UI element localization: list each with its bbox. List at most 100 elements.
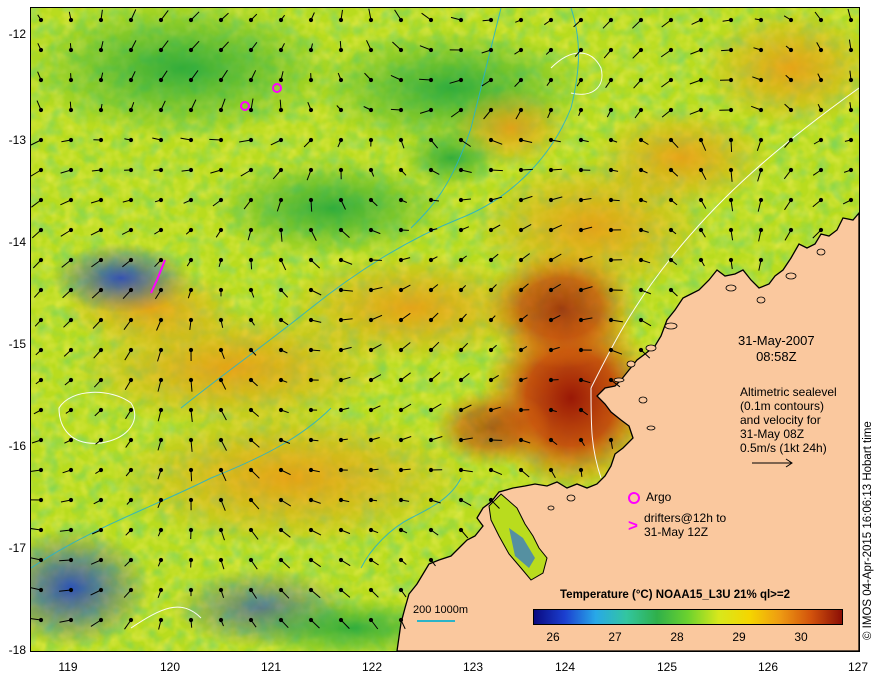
velocity-arrow-tail	[338, 617, 344, 623]
velocity-arrow-tail	[278, 527, 284, 533]
velocity-arrow-tail	[398, 317, 404, 323]
velocity-arrow-tail	[818, 167, 824, 173]
velocity-arrow-tail	[548, 17, 554, 23]
x-tick-label: 123	[462, 660, 484, 674]
velocity-arrow-tail	[788, 17, 794, 23]
velocity-arrow-tail	[158, 197, 164, 203]
velocity-arrow-tail	[818, 137, 824, 143]
velocity-arrow-tail	[818, 227, 824, 233]
velocity-arrow-tail	[158, 557, 164, 563]
velocity-arrow-tail	[218, 167, 224, 173]
velocity-arrow-tail	[698, 197, 704, 203]
velocity-arrow-tail	[38, 77, 44, 83]
velocity-arrow-tail	[728, 77, 734, 83]
velocity-arrow-tail	[368, 317, 374, 323]
velocity-arrow-tail	[278, 77, 284, 83]
date-time-block: 31-May-2007 08:58Z	[738, 333, 815, 365]
velocity-arrow-tail	[278, 407, 284, 413]
velocity-arrow-tail	[128, 377, 134, 383]
velocity-arrow-tail	[188, 227, 194, 233]
velocity-arrow-tail	[98, 137, 104, 143]
velocity-arrow-tail	[818, 77, 824, 83]
velocity-arrow-tail	[158, 107, 164, 113]
velocity-arrow-tail	[758, 257, 764, 263]
velocity-arrow-tail	[98, 527, 104, 533]
velocity-arrow-tail	[38, 407, 44, 413]
altimetry-line: 31-May 08Z	[740, 427, 805, 441]
velocity-arrow-tail	[368, 227, 374, 233]
velocity-arrow-tail	[218, 407, 224, 413]
velocity-arrow-tail	[398, 347, 404, 353]
velocity-arrow-tail	[668, 197, 674, 203]
velocity-arrow-tail	[398, 497, 404, 503]
velocity-arrow-tail	[338, 407, 344, 413]
velocity-arrow-tail	[698, 17, 704, 23]
velocity-arrow-tail	[578, 437, 584, 443]
velocity-arrow-tail	[248, 77, 254, 83]
velocity-arrow-tail	[218, 587, 224, 593]
velocity-arrow-tail	[278, 227, 284, 233]
velocity-arrow-tail	[308, 287, 314, 293]
velocity-arrow-tail	[608, 227, 614, 233]
velocity-arrow-tail	[68, 377, 74, 383]
velocity-arrow-tail	[338, 167, 344, 173]
velocity-arrow-tail	[68, 107, 74, 113]
velocity-arrow-tail	[368, 347, 374, 353]
velocity-arrow-tail	[158, 617, 164, 623]
velocity-arrow-tail	[308, 407, 314, 413]
velocity-arrow-tail	[218, 227, 224, 233]
velocity-arrow-tail	[428, 437, 434, 443]
velocity-arrow-tail	[488, 377, 494, 383]
velocity-arrow-tail	[188, 257, 194, 263]
velocity-arrow-tail	[218, 287, 224, 293]
velocity-arrow-tail	[818, 17, 824, 23]
velocity-arrow-tail	[608, 317, 614, 323]
velocity-arrow-tail	[488, 407, 494, 413]
velocity-arrow-tail	[278, 137, 284, 143]
velocity-arrow-tail	[278, 107, 284, 113]
velocity-arrow-tail	[548, 47, 554, 53]
velocity-arrow-tail	[608, 17, 614, 23]
velocity-arrow-tail	[98, 257, 104, 263]
velocity-arrow-tail	[98, 17, 104, 23]
velocity-arrow-tail	[848, 107, 854, 113]
velocity-arrow-tail	[68, 437, 74, 443]
velocity-arrow-tail	[668, 257, 674, 263]
velocity-arrow-tail	[368, 437, 374, 443]
velocity-arrow-tail	[428, 227, 434, 233]
velocity-arrow-tail	[38, 227, 44, 233]
velocity-arrow-tail	[428, 77, 434, 83]
velocity-arrow-tail	[428, 137, 434, 143]
drifter-arrow-icon: >	[628, 516, 638, 535]
velocity-arrow-tail	[698, 257, 704, 263]
velocity-arrow-tail	[308, 467, 314, 473]
velocity-arrow-tail	[608, 107, 614, 113]
velocity-arrow-tail	[398, 377, 404, 383]
velocity-arrow-tail	[128, 287, 134, 293]
velocity-arrow-tail	[38, 347, 44, 353]
velocity-arrow-tail	[218, 377, 224, 383]
velocity-arrow-tail	[278, 617, 284, 623]
velocity-arrow-tail	[218, 77, 224, 83]
velocity-arrow-tail	[308, 527, 314, 533]
velocity-arrow-tail	[368, 17, 374, 23]
velocity-arrow-tail	[428, 467, 434, 473]
velocity-arrow-tail	[608, 377, 614, 383]
velocity-arrow-tail	[488, 497, 494, 503]
velocity-arrow-tail	[848, 17, 854, 23]
colorbar-tick: 26	[546, 630, 560, 644]
velocity-arrow-tail	[578, 287, 584, 293]
velocity-arrow-tail	[548, 317, 554, 323]
velocity-arrow-tail	[428, 317, 434, 323]
velocity-arrow-tail	[368, 587, 374, 593]
velocity-arrow-tail	[38, 287, 44, 293]
velocity-arrow-tail	[98, 47, 104, 53]
velocity-arrow-tail	[338, 377, 344, 383]
velocity-arrow-tail	[488, 197, 494, 203]
velocity-arrow-tail	[128, 437, 134, 443]
velocity-arrow-tail	[848, 167, 854, 173]
velocity-arrow-tail	[638, 287, 644, 293]
drifter-label-line2: 31-May 12Z	[644, 525, 709, 539]
drifter-label-line2-row: > 31-May 12Z	[628, 517, 726, 539]
velocity-arrow-tail	[248, 527, 254, 533]
